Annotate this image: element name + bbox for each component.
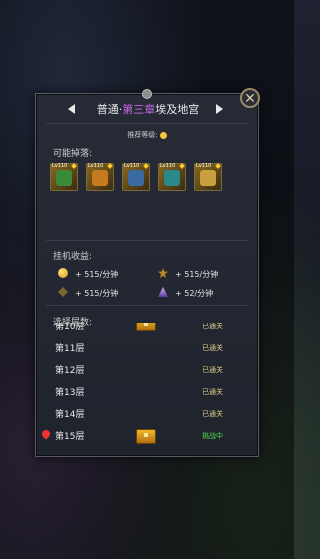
recommended-label: 推荐等级: xyxy=(127,131,158,139)
close-button[interactable]: ✕ xyxy=(240,88,260,108)
floor-list[interactable]: 第10层 已通关 第11层 已通关 第12层 已通关 第13层 已通关 第14层… xyxy=(36,323,258,451)
recommended-level: 推荐等级: xyxy=(36,130,258,140)
crystal-icon xyxy=(158,287,168,297)
prev-chapter-arrow-icon[interactable] xyxy=(68,104,75,114)
floor-name: 第14层 xyxy=(55,410,85,420)
drop-level: Lv110 xyxy=(124,163,140,169)
floor-status: 已通关 xyxy=(202,388,223,396)
next-chapter-arrow-icon[interactable] xyxy=(216,104,223,114)
divider xyxy=(46,123,248,124)
green-weapon-icon xyxy=(56,170,72,186)
income-label: 挂机收益: xyxy=(53,252,93,262)
floor-row-15[interactable]: 第15层 挑战中 xyxy=(36,425,258,447)
floor-status: 已通关 xyxy=(202,366,223,374)
teal-boots-icon xyxy=(164,170,180,186)
difficulty-label: 普通 xyxy=(96,103,119,116)
stage-title: 普通·第三章埃及地宫 xyxy=(86,101,210,117)
drop-item[interactable]: Lv110 xyxy=(194,163,222,191)
level-coin-icon xyxy=(159,131,167,139)
blue-helmet-icon xyxy=(128,170,144,186)
floor-row-14[interactable]: 第14层 已通关 xyxy=(36,403,258,425)
floor-name: 第10层 xyxy=(55,323,85,332)
chapter-label: 第三章 xyxy=(122,103,156,116)
gold-coin-icon xyxy=(58,268,68,278)
gold-income: + 515/分钟 xyxy=(75,270,119,279)
drop-level: Lv110 xyxy=(160,163,176,169)
gold-sword-icon xyxy=(200,170,216,186)
floor-status: 已通关 xyxy=(202,344,223,352)
crystal-income: + 52/分钟 xyxy=(175,289,214,298)
drops-label: 可能掉落: xyxy=(53,149,93,159)
star-icon xyxy=(179,163,185,169)
star-icon xyxy=(107,163,113,169)
drop-item[interactable]: Lv110 xyxy=(158,163,186,191)
exp-income: + 515/分钟 xyxy=(75,289,119,298)
divider xyxy=(46,240,248,241)
floor-status: 已通关 xyxy=(202,410,223,418)
drop-item[interactable]: Lv110 xyxy=(50,163,78,191)
floor-row-11[interactable]: 第11层 已通关 xyxy=(36,337,258,359)
floor-row-12[interactable]: 第12层 已通关 xyxy=(36,359,258,381)
drop-item[interactable]: Lv110 xyxy=(86,163,114,191)
star-badge-icon xyxy=(158,268,168,278)
location-pin-icon xyxy=(40,428,52,440)
floor-row-10[interactable]: 第10层 已通关 xyxy=(36,323,258,337)
floor-status: 挑战中 xyxy=(202,432,223,440)
floor-name: 第11层 xyxy=(55,344,85,354)
drop-item[interactable]: Lv110 xyxy=(122,163,150,191)
floor-name: 第15层 xyxy=(55,432,85,442)
star-icon xyxy=(71,163,77,169)
floor-name: 第12层 xyxy=(55,366,85,376)
floor-name: 第13层 xyxy=(55,388,85,398)
star-icon xyxy=(215,163,221,169)
divider xyxy=(46,305,248,306)
drop-level: Lv110 xyxy=(88,163,104,169)
orange-armor-icon xyxy=(92,170,108,186)
treasure-chest-icon xyxy=(136,429,156,444)
floor-status: 已通关 xyxy=(202,323,223,330)
drop-level: Lv110 xyxy=(52,163,68,169)
star-icon xyxy=(143,163,149,169)
panel-ornament xyxy=(142,89,152,99)
star-income: + 515/分钟 xyxy=(175,270,219,279)
close-icon: ✕ xyxy=(244,91,256,107)
treasure-chest-icon xyxy=(136,323,156,331)
exp-icon xyxy=(58,287,68,297)
stage-name: 埃及地宫 xyxy=(155,103,200,116)
drop-level: Lv110 xyxy=(196,163,212,169)
title-row: 普通·第三章埃及地宫 xyxy=(36,101,258,119)
stage-panel: 普通·第三章埃及地宫 推荐等级: 可能掉落: Lv110 Lv110 Lv110… xyxy=(35,93,259,457)
floor-row-13[interactable]: 第13层 已通关 xyxy=(36,381,258,403)
